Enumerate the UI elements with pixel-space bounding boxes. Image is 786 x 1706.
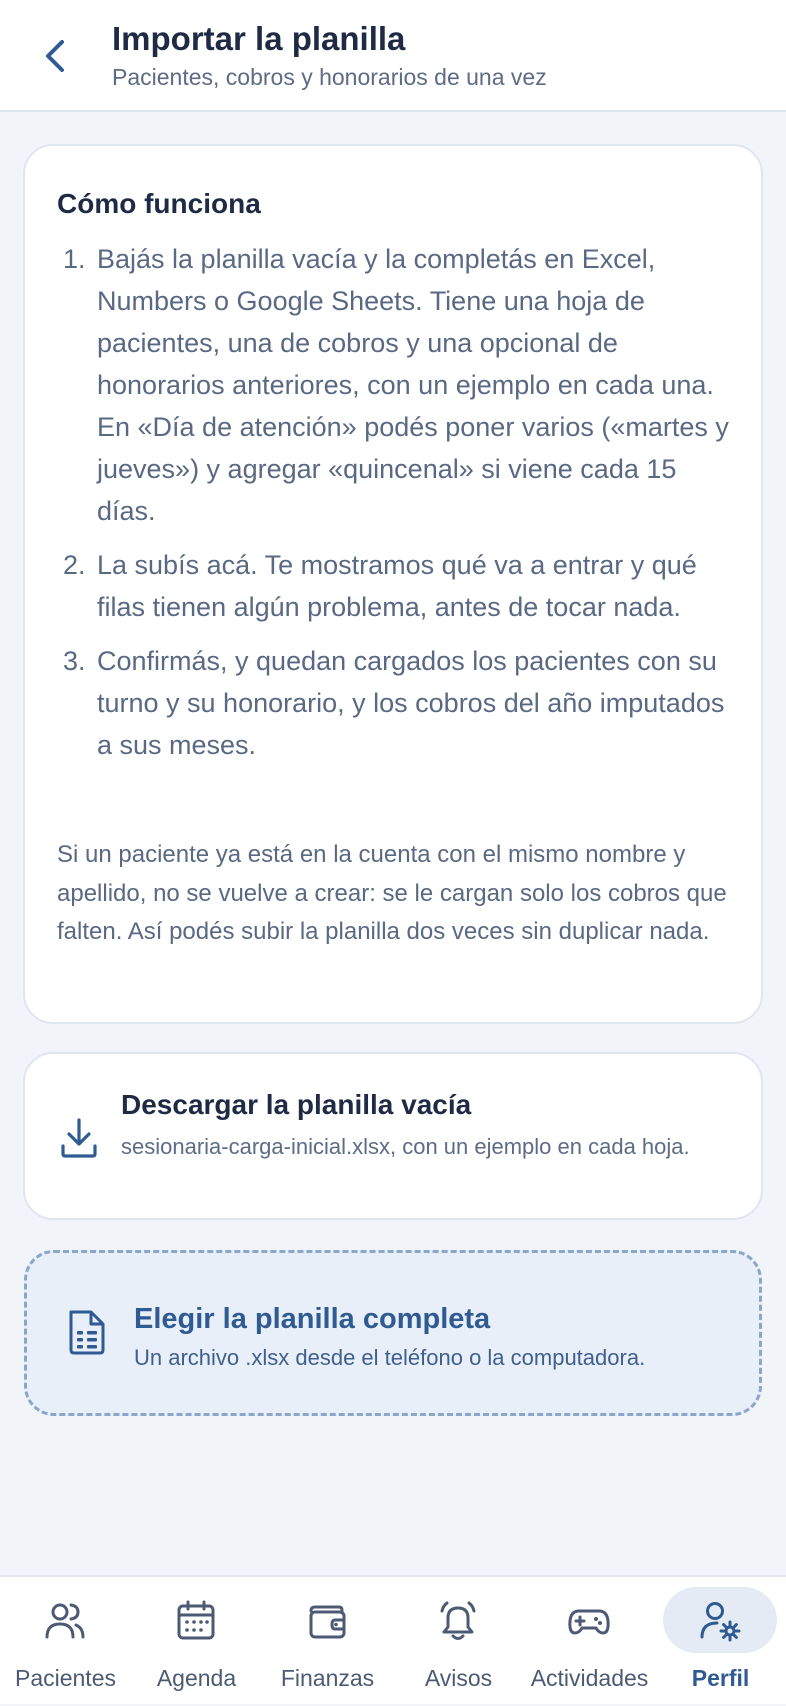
tab-perfil[interactable]: Perfil: [655, 1577, 786, 1706]
tab-avisos[interactable]: Avisos: [393, 1577, 524, 1706]
download-title: Descargar la planilla vacía: [121, 1089, 472, 1120]
download-icon: [61, 1118, 97, 1158]
step-text: La subís acá. Te mostramos qué va a entr…: [97, 550, 697, 622]
page-title: Importar la planilla: [112, 20, 406, 57]
back-button[interactable]: [36, 32, 76, 80]
bottom-tab-bar: Pacientes Agenda Finanzas Avisos Activid…: [0, 1575, 786, 1704]
tab-label: Finanzas: [280, 1665, 375, 1691]
step-item: 1. Bajás la planilla vacía y la completá…: [25, 238, 765, 532]
upload-title: Elegir la planilla completa: [134, 1303, 491, 1335]
wallet-icon: [309, 1605, 346, 1639]
spreadsheet-file-icon: [69, 1310, 105, 1355]
tab-agenda[interactable]: Agenda: [131, 1577, 262, 1706]
download-subtitle: sesionaria-carga-inicial.xlsx, con un ej…: [121, 1134, 690, 1159]
step-number: 3.: [63, 646, 86, 676]
download-template-button[interactable]: Descargar la planilla vacía sesionaria-c…: [23, 1052, 763, 1220]
tab-label: Agenda: [156, 1665, 237, 1691]
users-icon: [45, 1603, 85, 1639]
step-number: 1.: [63, 244, 86, 274]
choose-file-dropzone[interactable]: Elegir la planilla completa Un archivo .…: [24, 1250, 762, 1416]
step-item: 2. La subís acá. Te mostramos qué va a e…: [25, 544, 765, 628]
tab-actividades[interactable]: Actividades: [524, 1577, 655, 1706]
calendar-icon: [177, 1600, 215, 1640]
tab-label: Actividades: [530, 1665, 649, 1691]
bell-icon: [440, 1601, 476, 1640]
tab-label: Perfil: [691, 1665, 750, 1691]
steps-list: 1. Bajás la planilla vacía y la completá…: [25, 238, 765, 778]
chevron-left-icon: [46, 40, 64, 72]
top-bar: Importar la planilla Pacientes, cobros y…: [0, 0, 786, 112]
step-item: 3. Confirmás, y quedan cargados los paci…: [25, 640, 765, 766]
tab-label: Avisos: [424, 1665, 493, 1691]
step-text: Confirmás, y quedan cargados los pacient…: [97, 646, 725, 760]
gamepad-icon: [568, 1609, 610, 1635]
how-it-works-title: Cómo funciona: [57, 188, 261, 219]
step-number: 2.: [63, 550, 86, 580]
step-text: Bajás la planilla vacía y la completás e…: [97, 244, 729, 526]
upload-subtitle: Un archivo .xlsx desde el teléfono o la …: [134, 1345, 646, 1370]
tab-pacientes[interactable]: Pacientes: [0, 1577, 131, 1706]
tab-label: Pacientes: [14, 1665, 116, 1691]
how-it-works-card: Cómo funciona 1. Bajás la planilla vacía…: [23, 144, 763, 1024]
tab-finanzas[interactable]: Finanzas: [262, 1577, 393, 1706]
duplicate-note: Si un paciente ya está en la cuenta con …: [57, 841, 727, 945]
page-subtitle: Pacientes, cobros y honorarios de una ve…: [112, 64, 547, 90]
user-settings-icon: [700, 1602, 741, 1642]
